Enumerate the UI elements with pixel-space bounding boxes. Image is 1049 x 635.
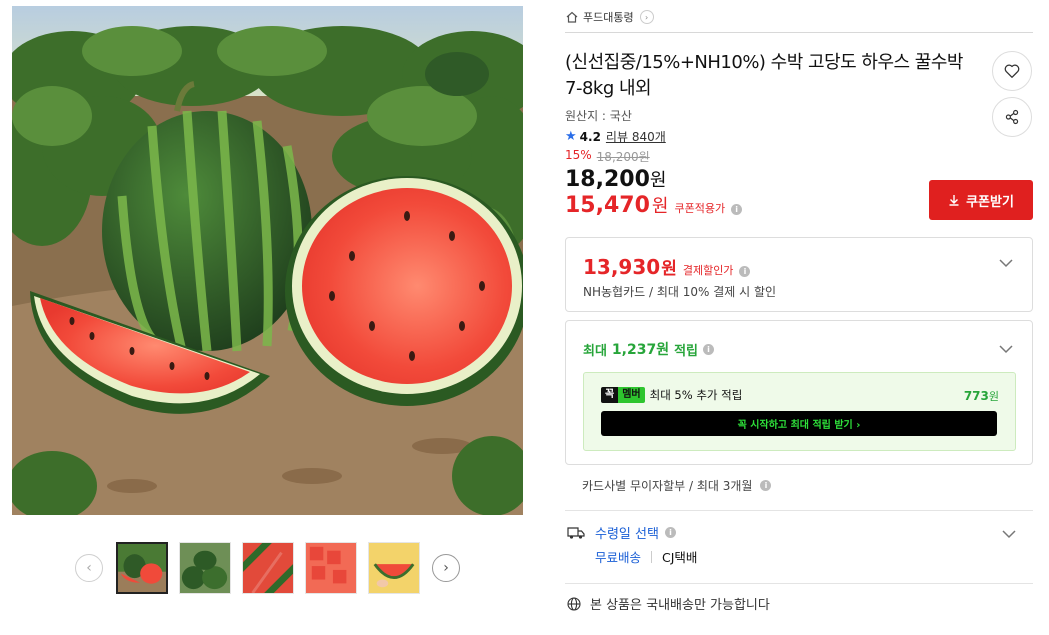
product-title: (신선집중/15%+NH10%) 수박 고당도 하우스 꿀수박 7-8kg 내외 [565, 52, 964, 99]
store-name: 푸드대통령 [583, 11, 634, 24]
membership-promo: 꼭 멤버 최대 5% 추가 적립 773원 꼭 시작하고 최대 적립 받기 › [583, 372, 1016, 451]
membership-badge: 꼭 멤버 [601, 387, 645, 403]
badge-part-1: 꼭 [601, 387, 619, 403]
rating-score: 4.2 [579, 129, 601, 144]
product-info-panel: 푸드대통령 › (신선집중/15%+NH10%) 수박 고당도 하우스 꿀수박 … [565, 0, 1033, 635]
rating-row: ★ 4.2 리뷰 840개 [565, 128, 666, 145]
points-panel: 최대 1,237원 적립 i 꼭 멤버 최대 5% 추가 적립 773원 꼭 시… [565, 320, 1033, 465]
card-discount-detail: NH농협카드 / 최대 10% 결제 시 할인 [583, 285, 777, 299]
delivery-label: 수령일 선택 [595, 527, 659, 542]
watermelon-thumbnail [118, 544, 166, 592]
sale-price-unit: 원 [649, 170, 667, 191]
sale-price: 18,200원 [565, 166, 666, 192]
card-price-label: 결제할인가 [682, 264, 734, 277]
points-suffix: 적립 [674, 343, 699, 359]
info-icon[interactable]: i [739, 266, 751, 277]
coupon-price-row: 15,470 원 쿠폰적용가 i [565, 192, 743, 218]
card-discount-panel[interactable]: 13,930 원 결제할인가 i NH농협카드 / 최대 10% 결제 시 할인 [565, 237, 1033, 312]
membership-row: 꼭 멤버 최대 5% 추가 적립 [601, 387, 742, 403]
discount-percent: 15% [565, 148, 592, 162]
membership-text: 최대 5% 추가 적립 [649, 388, 743, 402]
store-link[interactable]: 푸드대통령 › [565, 8, 654, 26]
chevron-down-icon[interactable] [998, 254, 1014, 272]
info-icon[interactable]: i [760, 480, 772, 491]
coupon-download-button[interactable]: 쿠폰받기 [929, 180, 1033, 220]
thumbnail-next-button[interactable]: › [432, 554, 460, 582]
discount-row: 15% 18,200원 [565, 148, 650, 165]
truck-icon [567, 525, 585, 544]
membership-cta-button[interactable]: 꼭 시작하고 최대 적립 받기 › [601, 411, 997, 436]
product-page: ‹ › 푸드대통령 › (신선집중/15%+NH10%) 수박 고당도 하우스 … [0, 0, 1049, 635]
product-main-image[interactable] [12, 6, 523, 515]
card-discount-price: 13,930 원 결제할인가 i [583, 254, 751, 279]
card-price-unit: 원 [661, 259, 677, 279]
heart-icon [1004, 64, 1020, 78]
free-shipping-label: 무료배송 [595, 550, 642, 565]
thumbnail-2[interactable] [179, 542, 231, 594]
points-prefix: 최대 [583, 343, 607, 359]
points-header[interactable]: 최대 1,237원 적립 i [583, 339, 715, 359]
info-icon[interactable]: i [731, 204, 743, 215]
badge-part-2: 멤버 [618, 387, 645, 403]
delivery-date-select[interactable]: 수령일 선택 i [595, 523, 676, 542]
thumbnail-3[interactable] [242, 542, 294, 594]
thumbnail-strip: ‹ › [74, 540, 464, 595]
coupon-price-number: 15,470 [565, 193, 650, 218]
points-amount: 1,237원 [611, 342, 670, 358]
share-button[interactable] [992, 97, 1032, 137]
thumbnail-5[interactable] [368, 542, 420, 594]
watermelon-thumbnail [243, 543, 293, 593]
chevron-right-icon: › [443, 560, 449, 576]
carrier-label: CJ택배 [662, 550, 698, 565]
thumbnail-prev-button[interactable]: ‹ [75, 554, 103, 582]
coupon-button-label: 쿠폰받기 [966, 194, 1014, 210]
thumbnail-1[interactable] [116, 542, 168, 594]
membership-points-number: 773 [963, 389, 989, 403]
divider [565, 583, 1033, 584]
info-icon[interactable]: i [664, 527, 676, 538]
watermelon-thumbnail [306, 543, 356, 593]
download-icon [949, 195, 959, 206]
delivery-section: 수령일 선택 i 무료배송 CJ택배 [565, 522, 1033, 572]
divider [651, 550, 653, 563]
domestic-text: 본 상품은 국내배송만 가능합니다 [590, 598, 770, 613]
review-link[interactable]: 리뷰 840개 [606, 128, 666, 145]
divider [565, 32, 1033, 33]
watermelon-thumbnail [369, 543, 419, 593]
wishlist-button[interactable] [992, 51, 1032, 91]
chevron-left-icon: ‹ [86, 560, 92, 576]
watermelon-thumbnail [180, 543, 230, 593]
star-icon: ★ [565, 129, 577, 144]
original-price: 18,200원 [596, 150, 650, 164]
membership-points-unit: 원 [988, 390, 999, 403]
chevron-right-icon: › [639, 10, 654, 24]
coupon-price-label: 쿠폰적용가 [674, 202, 726, 215]
thumbnail-4[interactable] [305, 542, 357, 594]
share-icon [1005, 109, 1019, 125]
chevron-down-icon[interactable] [1001, 525, 1017, 543]
installment-info: 카드사별 무이자할부 / 최대 3개월 i [582, 477, 772, 494]
coupon-price-unit: 원 [651, 196, 669, 217]
divider [565, 510, 1033, 511]
home-icon [566, 11, 578, 23]
sale-price-number: 18,200 [565, 167, 650, 192]
watermelon-photo [12, 6, 523, 515]
card-price-number: 13,930 [583, 255, 661, 279]
origin-label: 원산지 : 국산 [565, 109, 632, 123]
delivery-options: 무료배송 CJ택배 [595, 547, 697, 566]
info-icon[interactable]: i [703, 343, 715, 355]
membership-points: 773원 [964, 388, 999, 404]
installment-text: 카드사별 무이자할부 / 최대 3개월 [582, 479, 753, 493]
chevron-down-icon[interactable] [998, 340, 1014, 358]
globe-icon [567, 596, 581, 611]
domestic-shipping-notice: 본 상품은 국내배송만 가능합니다 [567, 594, 770, 613]
